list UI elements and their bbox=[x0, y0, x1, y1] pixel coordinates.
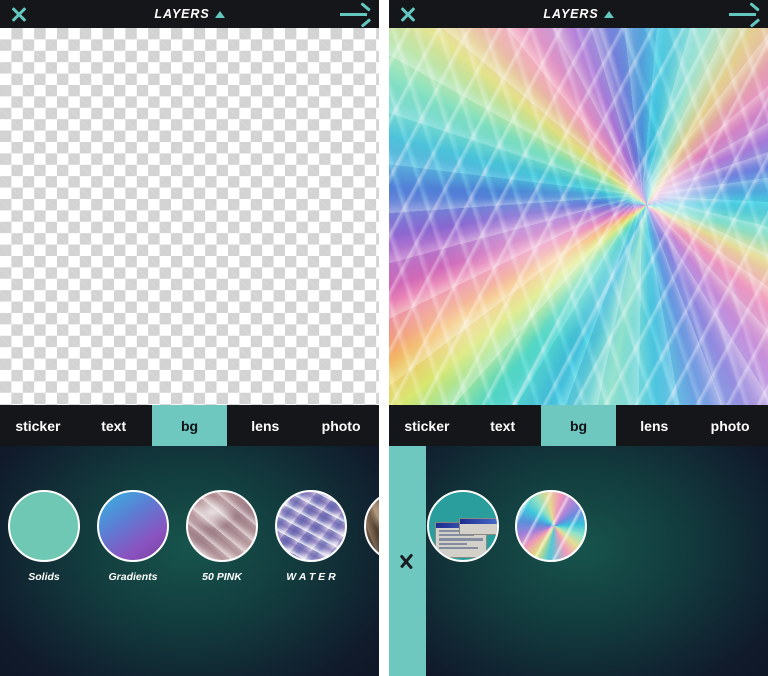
page-title: LAYERS bbox=[543, 7, 599, 21]
bg-item-row bbox=[427, 490, 587, 562]
holographic-sheen-overlay bbox=[389, 28, 768, 405]
chevron-left-icon bbox=[399, 546, 416, 576]
bg-category-label: Solids bbox=[28, 571, 60, 583]
right-phone-screen: LAYERS sticker text bg lens photo bbox=[389, 0, 768, 676]
left-phone-screen: LAYERS sticker text bg lens photo Solids bbox=[0, 0, 379, 676]
space-swatch-icon bbox=[364, 490, 379, 562]
tab-bg[interactable]: bg bbox=[540, 405, 617, 446]
back-button[interactable] bbox=[389, 446, 426, 676]
layers-title-group[interactable]: LAYERS bbox=[0, 7, 379, 21]
tab-text[interactable]: text bbox=[465, 405, 541, 446]
bg-category-label: Gradients bbox=[108, 571, 158, 583]
solids-swatch-icon bbox=[8, 490, 80, 562]
bg-category-solids[interactable]: Solids bbox=[8, 490, 80, 583]
arrow-right-icon[interactable] bbox=[729, 2, 760, 28]
bg-category-label: 50 PINK bbox=[202, 571, 242, 583]
right-canvas-holographic[interactable] bbox=[389, 28, 768, 405]
layers-title-group[interactable]: LAYERS bbox=[389, 7, 768, 21]
left-bg-chooser: Solids Gradients 50 PINK W A T E R Spa bbox=[0, 446, 379, 676]
tab-sticker[interactable]: sticker bbox=[0, 405, 76, 446]
screenshot-root: LAYERS sticker text bg lens photo Solids bbox=[0, 0, 768, 676]
left-tab-bar: sticker text bg lens photo bbox=[0, 405, 379, 446]
left-top-bar: LAYERS bbox=[0, 0, 379, 28]
triangle-up-icon bbox=[214, 10, 225, 18]
holographic-foil-image bbox=[389, 28, 768, 405]
bg-category-gradients[interactable]: Gradients bbox=[97, 490, 169, 583]
left-canvas-transparent[interactable] bbox=[0, 28, 379, 405]
tab-photo[interactable]: photo bbox=[303, 405, 379, 446]
right-tab-bar: sticker text bg lens photo bbox=[389, 405, 768, 446]
tab-lens[interactable]: lens bbox=[616, 405, 692, 446]
tab-lens[interactable]: lens bbox=[227, 405, 303, 446]
right-top-bar: LAYERS bbox=[389, 0, 768, 28]
right-bg-chooser bbox=[389, 446, 768, 676]
bg-category-water[interactable]: W A T E R bbox=[275, 490, 347, 583]
water-swatch-icon bbox=[275, 490, 347, 562]
holographic-foil-icon bbox=[515, 490, 587, 562]
retro-windows-dialog-icon bbox=[427, 490, 499, 562]
gradients-swatch-icon bbox=[97, 490, 169, 562]
arrow-right-icon[interactable] bbox=[340, 2, 371, 28]
bg-category-row: Solids Gradients 50 PINK W A T E R Spa bbox=[8, 490, 379, 583]
bg-category-50-pink[interactable]: 50 PINK bbox=[186, 490, 258, 583]
tab-bg[interactable]: bg bbox=[151, 405, 228, 446]
bg-category-space[interactable]: Spa bbox=[364, 490, 379, 583]
triangle-up-icon bbox=[603, 10, 614, 18]
tab-photo[interactable]: photo bbox=[692, 405, 768, 446]
bg-item-holographic[interactable] bbox=[515, 490, 587, 562]
tab-sticker[interactable]: sticker bbox=[389, 405, 465, 446]
bg-category-label: W A T E R bbox=[286, 571, 336, 583]
bg-item-windows-dialog[interactable] bbox=[427, 490, 499, 562]
pink-swatch-icon bbox=[186, 490, 258, 562]
page-title: LAYERS bbox=[154, 7, 210, 21]
tab-text[interactable]: text bbox=[76, 405, 152, 446]
